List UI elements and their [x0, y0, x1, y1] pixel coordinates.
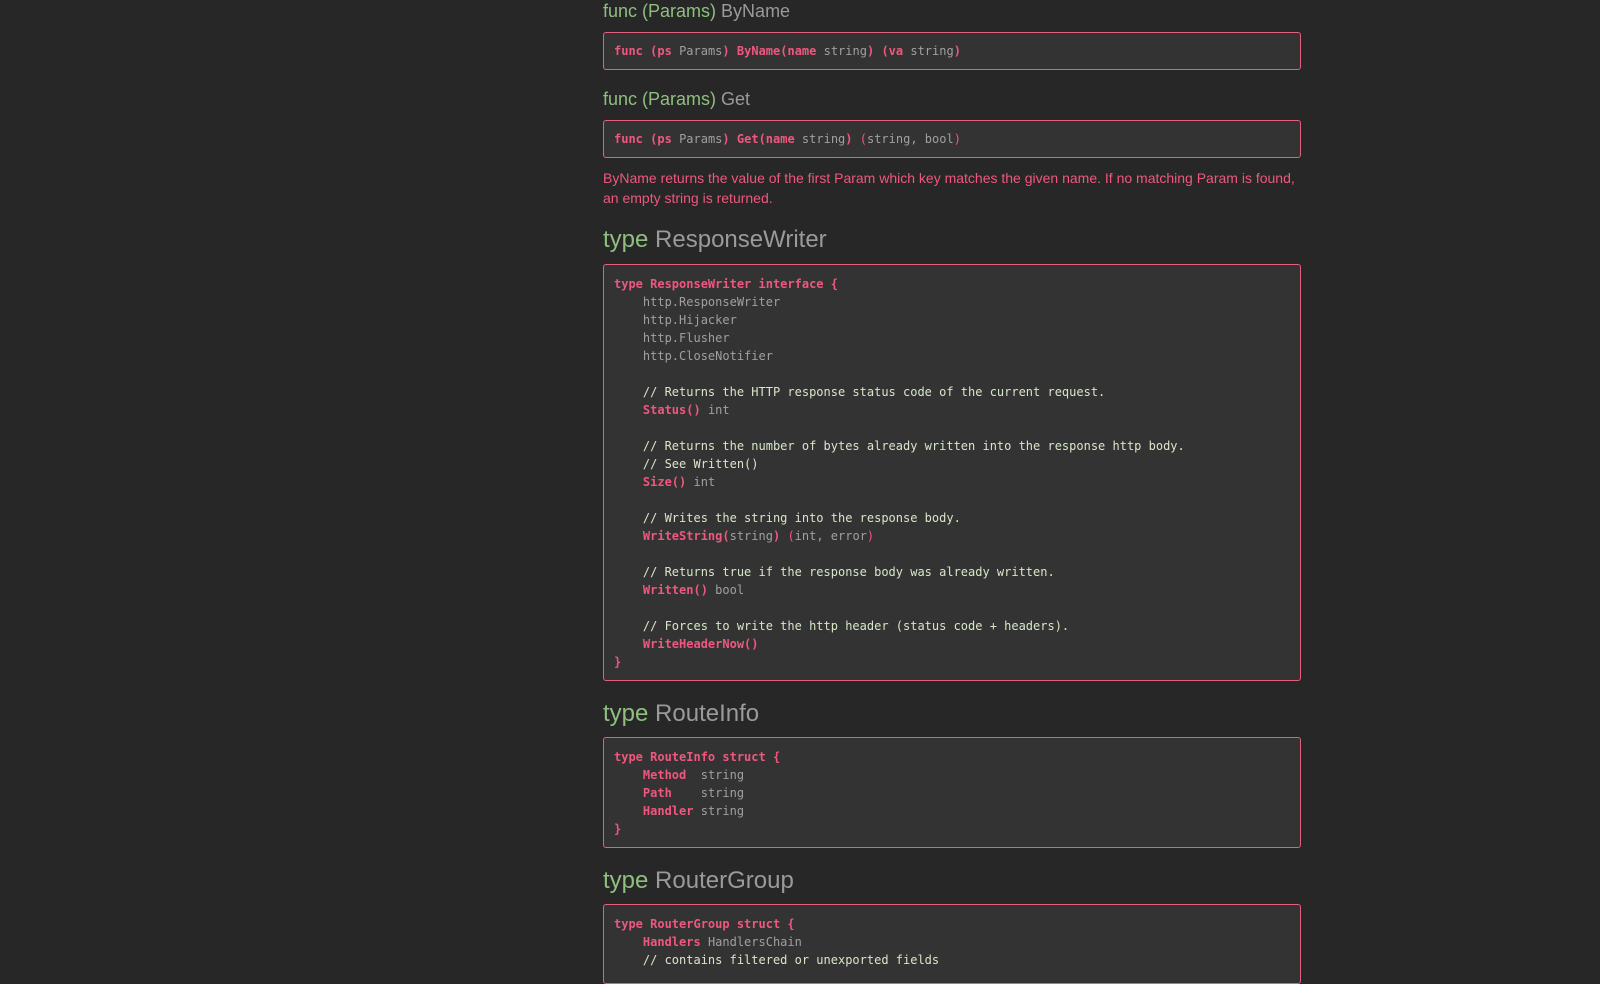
- routergroup-code-block: type RouterGroup struct { Handlers Handl…: [603, 904, 1301, 984]
- receiver-close: ): [722, 132, 730, 146]
- byname-signature-block: func (ps Params) ByName(name string) (va…: [603, 32, 1301, 70]
- code-comment: // Forces to write the http header (stat…: [642, 619, 1070, 633]
- get-signature-block: func (ps Params) Get(name string) (strin…: [603, 120, 1301, 158]
- byname-heading[interactable]: func (Params) ByName: [603, 0, 790, 22]
- type-name: ResponseWriter: [655, 226, 827, 253]
- receiver-close: ): [722, 44, 730, 58]
- receiver-open: (ps: [650, 132, 672, 146]
- func-keyword: func: [614, 44, 643, 58]
- receiver-open: (ps: [650, 44, 672, 58]
- get-heading-name: Get: [721, 89, 751, 109]
- field-name: Handlers: [642, 935, 701, 949]
- field-name: Method: [642, 768, 687, 782]
- code-comment: // Writes the string into the response b…: [642, 511, 961, 525]
- method-name: Get(name: [736, 132, 795, 146]
- closing-brace: }: [614, 822, 622, 836]
- return-types: string, bool: [866, 132, 954, 146]
- receiver-type: Params: [679, 132, 723, 146]
- routeinfo-code-block: type RouteInfo struct { Method string Pa…: [603, 737, 1301, 848]
- return-close: ): [953, 132, 961, 146]
- byname-heading-name: ByName: [721, 1, 791, 21]
- routeinfo-heading[interactable]: type RouteInfo: [603, 700, 759, 728]
- responsewriter-heading[interactable]: type ResponseWriter: [603, 226, 827, 254]
- return-close: ): [953, 44, 961, 58]
- type-keyword: type: [603, 867, 649, 894]
- routergroup-heading[interactable]: type RouterGroup: [603, 867, 794, 895]
- byname-heading-prefix: func (Params): [603, 1, 717, 21]
- get-heading[interactable]: func (Params) Get: [603, 88, 750, 110]
- type-declaration: type RouteInfo struct {: [614, 750, 781, 764]
- func-keyword: func: [614, 132, 643, 146]
- type-declaration: type RouterGroup struct {: [614, 917, 795, 931]
- param-type: string: [729, 529, 773, 543]
- type-name: RouterGroup: [655, 867, 794, 894]
- method-status: Status(): [642, 403, 701, 417]
- embedded-interface: http.CloseNotifier: [642, 349, 773, 363]
- type-declaration: type ResponseWriter interface {: [614, 277, 838, 291]
- field-type: string: [700, 768, 745, 782]
- params-close: ): [845, 132, 853, 146]
- param-type: string: [823, 44, 867, 58]
- closing-brace: }: [614, 655, 622, 669]
- return-type: int: [693, 475, 716, 489]
- embedded-interface: http.Hijacker: [642, 313, 737, 327]
- params-close: ): [866, 44, 875, 58]
- return-type: int: [707, 403, 730, 417]
- method-writeheadernow: WriteHeaderNow(): [642, 637, 759, 651]
- code-comment: // Returns true if the response body was…: [642, 565, 1055, 579]
- method-size: Size(): [642, 475, 687, 489]
- return-type: string: [910, 44, 954, 58]
- code-comment: // Returns the HTTP response status code…: [642, 385, 1106, 399]
- code-comment: // See Written(): [642, 457, 759, 471]
- field-type: string: [700, 804, 745, 818]
- method-name: ByName(name: [736, 44, 817, 58]
- return-type: bool: [715, 583, 745, 597]
- field-name: Path: [642, 786, 672, 800]
- return-open: (: [787, 529, 795, 543]
- responsewriter-code-block: type ResponseWriter interface { http.Res…: [603, 264, 1301, 681]
- field-type: string: [700, 786, 745, 800]
- type-keyword: type: [603, 700, 649, 727]
- return-close: ): [866, 529, 875, 543]
- get-description: ByName returns the value of the first Pa…: [603, 170, 1295, 206]
- type-keyword: type: [603, 226, 649, 253]
- embedded-interface: http.Flusher: [642, 331, 730, 345]
- receiver-type: Params: [679, 44, 723, 58]
- field-name: Handler: [642, 804, 694, 818]
- method-writestring: WriteString(: [642, 529, 730, 543]
- get-heading-prefix: func (Params): [603, 89, 717, 109]
- code-comment: // Returns the number of bytes already w…: [642, 439, 1185, 453]
- field-type: HandlersChain: [707, 935, 802, 949]
- embedded-interface: http.ResponseWriter: [642, 295, 781, 309]
- params-close: ): [772, 529, 781, 543]
- param-type: string: [801, 132, 846, 146]
- type-name: RouteInfo: [655, 700, 760, 727]
- method-written: Written(): [642, 583, 708, 597]
- return-types: int, error: [794, 529, 867, 543]
- return-open: (: [859, 132, 867, 146]
- return-open: (va: [881, 44, 904, 58]
